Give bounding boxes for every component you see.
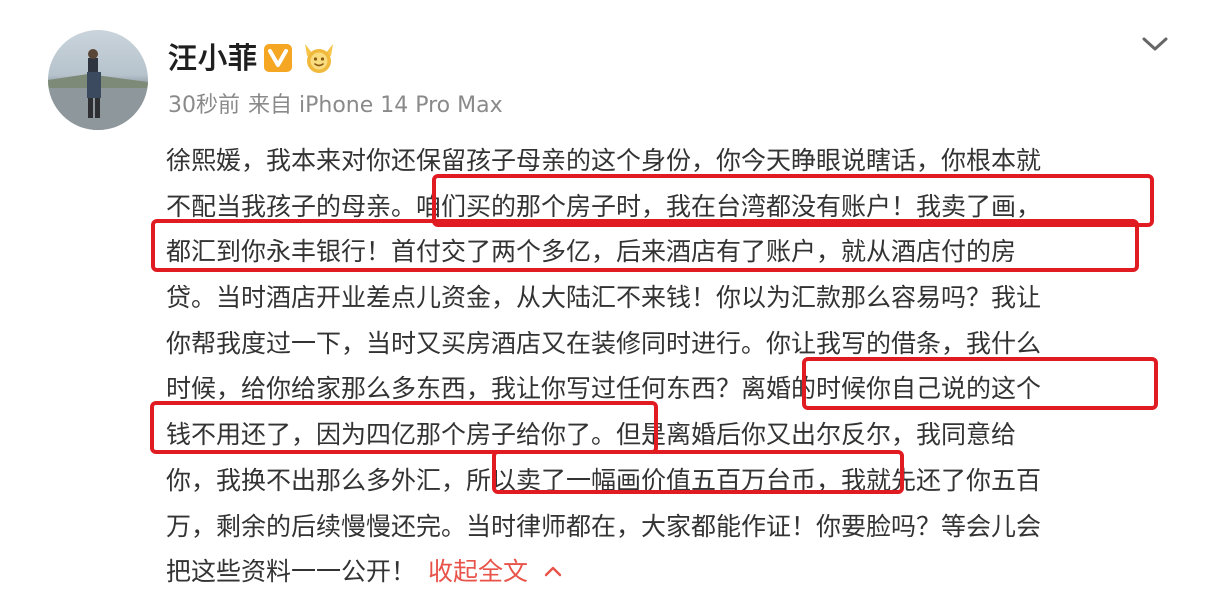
fan-medal-icon[interactable] bbox=[299, 40, 339, 76]
text-line-last: 把这些资料一一公开！ 收起全文 bbox=[166, 549, 1166, 595]
chevron-up-icon[interactable] bbox=[544, 565, 562, 577]
text-line: 钱不用还了，因为四亿那个房子给你了。但是离婚后你又出尔反尔，我同意给 bbox=[166, 420, 1017, 450]
text-line: 不配当我孩子的母亲。咱们买的那个房子时，我在台湾都没有账户！我卖了画， bbox=[166, 191, 1042, 221]
post-meta: 30秒前 来自 iPhone 14 Pro Max bbox=[168, 90, 511, 122]
text-line: 贷。当时酒店开业差点儿资金，从大陆汇不来钱！你以为汇款那么容易吗？我让 bbox=[166, 283, 1042, 313]
post-text: 徐熙媛，我本来对你还保留孩子母亲的这个身份，你今天睁眼说瞎话，你根本就 不配当我… bbox=[166, 138, 1166, 595]
text-line: 徐熙媛，我本来对你还保留孩子母亲的这个身份，你今天睁眼说瞎话，你根本就 bbox=[166, 146, 1042, 175]
text-line: 万，剩余的后续慢慢还完。当时律师都在，大家都能作证！你要脸吗？等会儿会 bbox=[166, 511, 1042, 541]
verified-v-badge-icon bbox=[264, 44, 292, 72]
avatar[interactable] bbox=[48, 30, 148, 130]
text-line: 你帮我度过一下，当时又买房酒店又在装修同时进行。你让我写的借条，我什么 bbox=[166, 328, 1042, 358]
author-name[interactable]: 汪小菲 bbox=[168, 38, 258, 78]
post-time: 30秒前 bbox=[168, 93, 240, 118]
post-source[interactable]: 来自 iPhone 14 Pro Max bbox=[248, 93, 503, 118]
text-line: 时候，给你给家那么多东西，我让你写过任何东西？离婚的时候你自己说的这个 bbox=[166, 374, 1042, 404]
weibo-post: 汪小菲 30秒前 来自 iPhone 14 Pro Max 徐熙媛，我本来对你还保… bbox=[0, 0, 1208, 596]
text-line: 都汇到你永丰银行！首付交了两个多亿，后来酒店有了账户，就从酒店付的房 bbox=[166, 237, 1017, 267]
chevron-down-icon[interactable] bbox=[1140, 34, 1170, 54]
text-line: 你，我换不出那么多外汇，所以卖了一幅画价值五百万台币，我就先还了你五百 bbox=[166, 465, 1042, 495]
collapse-full-text-link[interactable]: 收起全文 bbox=[428, 557, 528, 586]
text-line: 把这些资料一一公开！ bbox=[166, 557, 417, 587]
